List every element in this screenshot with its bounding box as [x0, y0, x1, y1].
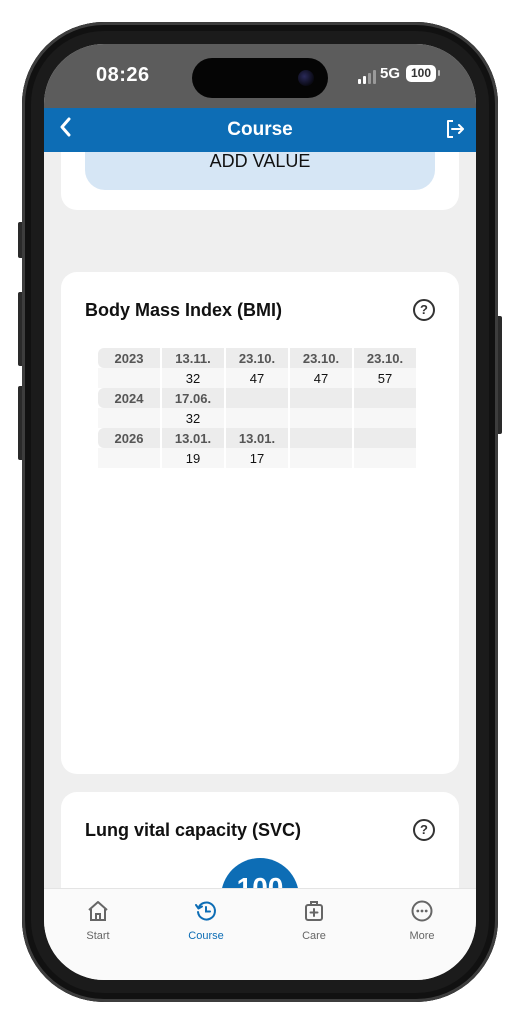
year-cell: 2026 [98, 428, 160, 448]
date-cell: 13.11. [162, 348, 224, 368]
year-cell: 2024 [98, 388, 160, 408]
app-header: Course [44, 108, 476, 152]
date-cell [290, 428, 352, 448]
help-icon[interactable]: ? [413, 819, 435, 841]
more-icon [411, 900, 433, 922]
year-cell: 2023 [98, 348, 160, 368]
logout-icon[interactable] [444, 118, 466, 145]
tab-label: Start [86, 930, 110, 942]
tab-care[interactable]: Care [274, 899, 354, 942]
help-icon[interactable]: ? [413, 299, 435, 321]
date-cell [290, 388, 352, 408]
bmi-card-title: Body Mass Index (BMI) [85, 300, 283, 320]
value-cell [354, 448, 416, 468]
tab-more[interactable]: More [382, 899, 462, 942]
value-cell [290, 408, 352, 428]
signal-icon [358, 70, 376, 84]
bmi-card: Body Mass Index (BMI) ? 2023 13.11. 23.1… [61, 272, 459, 774]
page-title: Course [227, 119, 293, 140]
value-cell: 32 [162, 408, 224, 428]
scroll-content[interactable]: ADD VALUE Body Mass Index (BMI) ? 2023 1… [44, 152, 476, 888]
tab-label: More [409, 930, 435, 942]
value-cell: 32 [162, 368, 224, 388]
date-cell: 23.10. [290, 348, 352, 368]
value-cell: 17 [226, 448, 288, 468]
table-row: 2026 13.01. 13.01. [98, 428, 416, 448]
value-cell: 57 [354, 368, 416, 388]
empty-cell [98, 408, 160, 428]
bottom-tab-bar: Start Course Care More [44, 888, 476, 980]
network-type: 5G [380, 65, 401, 82]
svc-card: Lung vital capacity (SVC) ? 100 % [61, 792, 459, 888]
tab-start[interactable]: Start [58, 899, 138, 942]
tab-label: Course [188, 930, 224, 942]
date-cell [226, 388, 288, 408]
empty-cell [98, 448, 160, 468]
value-cell: 19 [162, 448, 224, 468]
svc-value-badge: 100 % [221, 858, 299, 888]
date-cell: 23.10. [354, 348, 416, 368]
date-cell: 17.06. [162, 388, 224, 408]
table-row: 2024 17.06. [98, 388, 416, 408]
bmi-table: 2023 13.11. 23.10. 23.10. 23.10. 32 47 4… [96, 348, 418, 468]
add-value-card: ADD VALUE [61, 152, 459, 210]
value-cell [226, 408, 288, 428]
date-cell: 13.01. [226, 428, 288, 448]
empty-cell [98, 368, 160, 388]
table-row: 32 47 47 57 [98, 368, 416, 388]
date-cell: 23.10. [226, 348, 288, 368]
status-bar: 08:26 5G 100 [44, 44, 476, 108]
status-time: 08:26 [96, 64, 150, 86]
table-row: 2023 13.11. 23.10. 23.10. 23.10. [98, 348, 416, 368]
add-value-button[interactable]: ADD VALUE [85, 152, 435, 190]
date-cell [354, 388, 416, 408]
table-row: 19 17 [98, 448, 416, 468]
value-cell: 47 [290, 368, 352, 388]
tab-course[interactable]: Course [166, 899, 246, 942]
tab-label: Care [302, 930, 326, 942]
medical-kit-icon [305, 901, 323, 921]
date-cell: 13.01. [162, 428, 224, 448]
history-icon [195, 901, 216, 921]
table-row: 32 [98, 408, 416, 428]
date-cell [354, 428, 416, 448]
svc-card-title: Lung vital capacity (SVC) [85, 820, 302, 840]
value-cell [290, 448, 352, 468]
dynamic-island [192, 58, 328, 98]
camera-icon [298, 70, 314, 86]
value-cell: 47 [226, 368, 288, 388]
battery-nub [438, 70, 440, 76]
battery-icon: 100 [406, 65, 436, 82]
svc-value: 100 [236, 872, 284, 888]
phone-screen: 08:26 5G 100 Course ADD VALUE Body Mass … [44, 44, 476, 980]
value-cell [354, 408, 416, 428]
home-icon [88, 901, 108, 921]
